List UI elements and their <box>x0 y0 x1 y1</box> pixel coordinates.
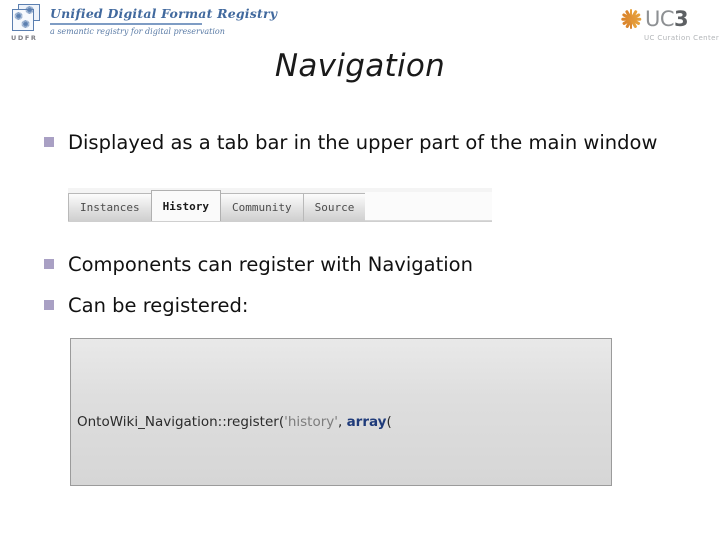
gear-icon-a: ✺ <box>25 4 35 17</box>
udfr-mark-icon: ✺ ✺ ✺ UDFR <box>10 4 44 44</box>
tab-community[interactable]: Community <box>219 193 304 221</box>
bullet-item-3: Can be registered: <box>44 294 248 317</box>
udfr-text-block: Unified Digital Format Registry a semant… <box>50 4 277 36</box>
code-token-array-keyword: array <box>346 413 387 430</box>
uc3-wordmark-prefix: UC <box>645 6 675 31</box>
udfr-title: Unified Digital Format Registry <box>50 6 278 21</box>
bullet-marker-icon <box>44 259 54 269</box>
tab-instances[interactable]: Instances <box>68 193 152 221</box>
bullet-marker-icon <box>44 137 54 147</box>
slide-header: ✺ ✺ ✺ UDFR Unified Digital Format Regist… <box>0 0 720 50</box>
code-token-comma: , <box>337 413 347 430</box>
gear-icon-c: ✺ <box>21 18 31 31</box>
bullet-text-1: Displayed as a tab bar in the upper part… <box>68 131 658 154</box>
page-title: Navigation <box>274 48 446 84</box>
bullet-text-3: Can be registered: <box>68 294 249 317</box>
udfr-logo: ✺ ✺ ✺ UDFR Unified Digital Format Regist… <box>10 4 277 44</box>
code-snippet: OntoWiki_Navigation::register('history',… <box>70 338 612 486</box>
udfr-mark-label: UDFR <box>11 34 38 42</box>
code-token-call: OntoWiki_Navigation::register( <box>77 413 285 430</box>
sunburst-icon <box>620 8 642 30</box>
bullet-marker-icon <box>44 300 54 310</box>
uc3-wordmark-bold: 3 <box>674 6 689 31</box>
code-line-1: OntoWiki_Navigation::register('history',… <box>77 412 611 434</box>
bullet-item-1: Displayed as a tab bar in the upper part… <box>44 131 657 154</box>
uc3-subtitle: UC Curation Center <box>644 34 720 42</box>
udfr-subtitle: a semantic registry for digital preserva… <box>50 27 225 36</box>
uc3-wordmark-row: UC3 <box>620 6 712 32</box>
tabbar-empty-area <box>365 192 492 221</box>
tab-source[interactable]: Source <box>302 193 367 221</box>
tabbar-screenshot: Instances History Community Source <box>68 188 492 222</box>
udfr-divider <box>50 23 202 25</box>
bullet-text-2: Components can register with Navigation <box>68 253 473 276</box>
code-token-arg-history: 'history' <box>284 413 338 430</box>
uc3-wordmark: UC3 <box>645 6 689 31</box>
udfr-boxes-icon: ✺ ✺ ✺ <box>12 4 42 33</box>
uc3-logo: UC3 UC Curation Center <box>620 6 720 42</box>
code-token-paren-open: ( <box>386 413 392 430</box>
tab-history[interactable]: History <box>150 190 221 221</box>
bullet-item-2: Components can register with Navigation <box>44 253 473 276</box>
